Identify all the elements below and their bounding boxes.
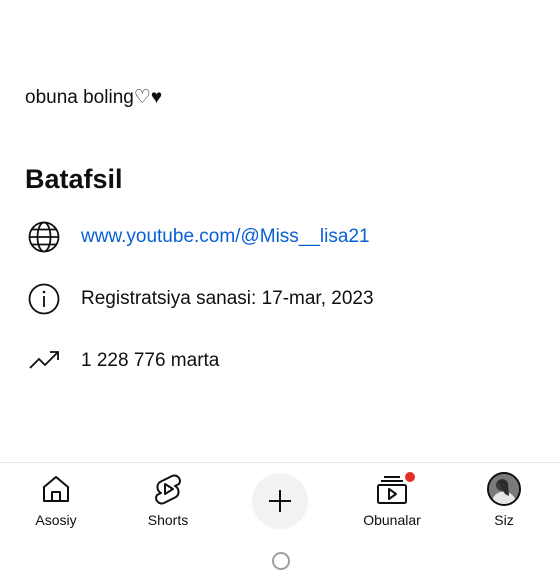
system-nav-icon	[272, 552, 290, 570]
plus-icon	[266, 487, 294, 515]
channel-description: obuna boling♡♥	[25, 87, 163, 108]
nav-subscriptions-label: Obunalar	[363, 512, 421, 528]
views-row: 1 228 776 marta	[25, 342, 219, 380]
channel-link[interactable]: www.youtube.com/@Miss__lisa21	[81, 226, 370, 248]
nav-shorts[interactable]: Shorts	[113, 471, 223, 528]
nav-home[interactable]: Asosiy	[1, 471, 111, 528]
avatar	[487, 472, 521, 506]
registration-date: Registratsiya sanasi: 17-mar, 2023	[81, 288, 374, 309]
info-icon	[25, 280, 63, 318]
subscriptions-icon	[375, 471, 416, 507]
globe-icon	[25, 218, 63, 256]
nav-subscriptions[interactable]: Obunalar	[337, 471, 447, 528]
nav-shorts-label: Shorts	[147, 512, 189, 528]
home-icon	[39, 471, 73, 507]
registration-row: Registratsiya sanasi: 17-mar, 2023	[25, 280, 374, 318]
view-count: 1 228 776 marta	[81, 350, 220, 371]
nav-you[interactable]: Siz	[449, 471, 559, 528]
about-heading: Batafsil	[25, 164, 123, 194]
create-button[interactable]	[252, 473, 308, 529]
notification-dot	[404, 471, 416, 483]
channel-link-row[interactable]: www.youtube.com/@Miss__lisa21	[25, 218, 370, 256]
bottom-navigation: Asosiy Shorts Obunalar Siz	[0, 462, 560, 561]
shorts-icon	[151, 471, 185, 507]
trending-up-icon	[25, 342, 63, 380]
nav-you-label: Siz	[494, 512, 514, 528]
nav-home-label: Asosiy	[35, 512, 77, 528]
